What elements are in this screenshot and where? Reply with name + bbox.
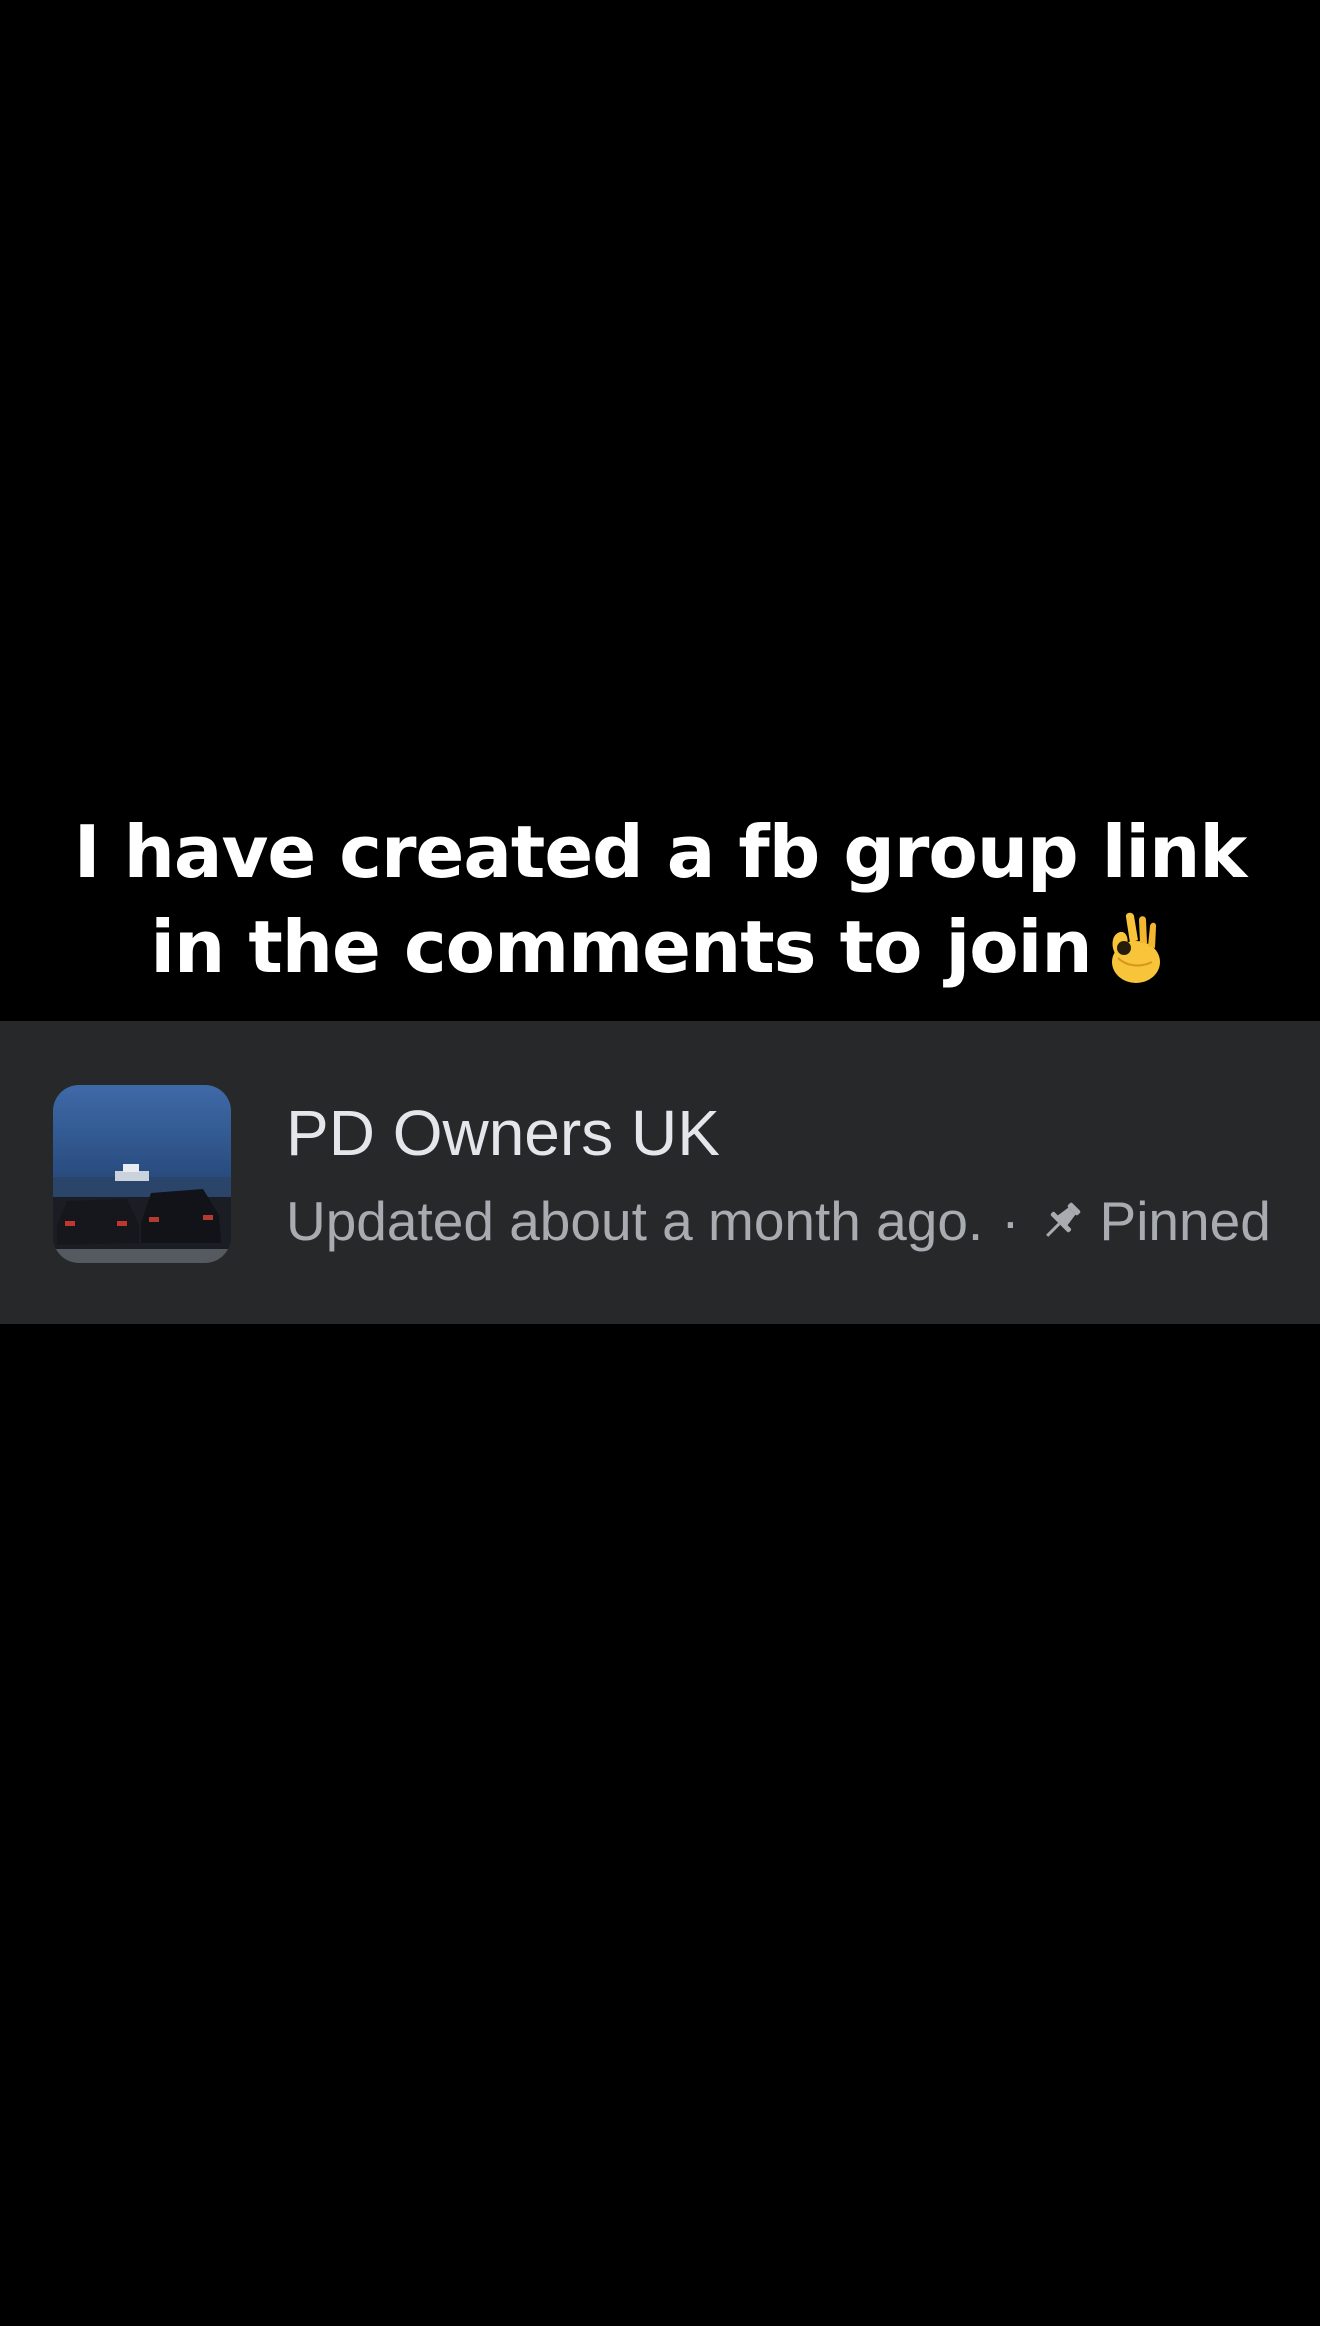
- group-name[interactable]: PD Owners UK: [286, 1095, 720, 1171]
- caption-overlay: I have created a fb group link in the co…: [0, 805, 1320, 995]
- meta-separator: ·: [1001, 1190, 1020, 1252]
- group-avatar-photo: [53, 1085, 231, 1263]
- group-updated-text: Updated about a month ago.: [286, 1190, 984, 1252]
- caption-line-1: I have created a fb group link: [73, 810, 1247, 894]
- group-meta-row: Updated about a month ago. · Pinned: [286, 1185, 1271, 1257]
- pin-icon: [1038, 1197, 1086, 1245]
- caption-line-2-wrap: in the comments to join: [0, 900, 1320, 995]
- group-avatar[interactable]: [53, 1085, 231, 1263]
- ok-hand-emoji-icon: [1100, 910, 1170, 986]
- caption-line-2: in the comments to join: [150, 905, 1092, 989]
- pinned-label: Pinned: [1099, 1190, 1271, 1252]
- group-card[interactable]: PD Owners UK Updated about a month ago. …: [0, 1021, 1320, 1324]
